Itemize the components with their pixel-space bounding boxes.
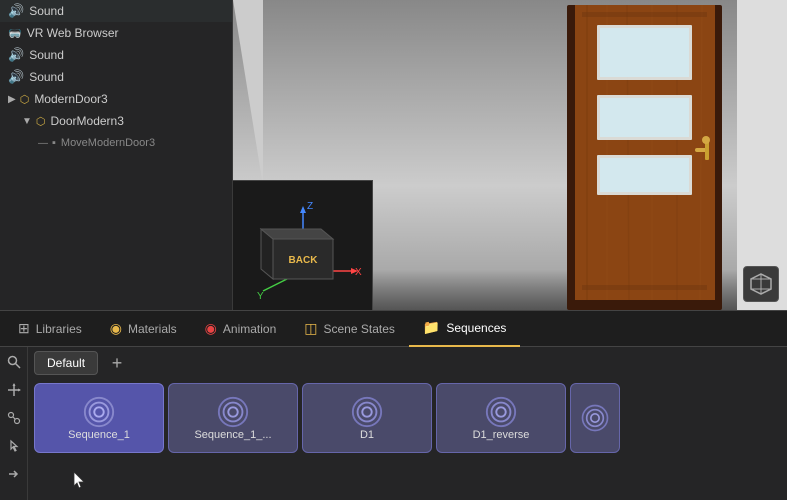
- expand-icon: ▶: [8, 94, 16, 105]
- clip-icon: [7, 411, 21, 425]
- tab-animation[interactable]: ◉ Animation: [191, 311, 291, 347]
- sound-icon-3: 🔊: [8, 69, 24, 85]
- animation-icon: ◉: [205, 320, 217, 337]
- sequence-card-3-icon: [350, 395, 384, 429]
- sequence-card-1[interactable]: Sequence_1: [34, 383, 164, 453]
- door-svg: [557, 0, 737, 310]
- sidebar-item-label: MoveModernDoor3: [61, 137, 155, 149]
- sequence-card-1-icon: [82, 395, 116, 429]
- sidebar-item-vr[interactable]: 🥽 VR Web Browser: [0, 22, 232, 44]
- sidebar-item-label: VR Web Browser: [27, 26, 119, 40]
- sequence-card-4-icon: [484, 395, 518, 429]
- sidebar-item-label: Sound: [29, 4, 64, 18]
- axis-svg: Z BACK Y X: [243, 191, 363, 301]
- dash-icon: —: [38, 138, 48, 149]
- sequence-card-2[interactable]: Sequence_1_...: [168, 383, 298, 453]
- bottom-content-area: Default + Sequence_1: [0, 347, 787, 500]
- tabs-row: ⊞ Libraries ◉ Materials ◉ Animation ◫ Sc…: [0, 311, 787, 347]
- arrow-icon: [7, 467, 21, 481]
- bottom-toolbar: [0, 347, 28, 500]
- sound-icon: 🔊: [8, 3, 24, 19]
- sidebar-item-movemoderndoor3[interactable]: — ▪ MoveModernDoor3: [0, 132, 232, 154]
- materials-icon: ◉: [110, 320, 122, 337]
- bottom-panel: ⊞ Libraries ◉ Materials ◉ Animation ◫ Sc…: [0, 310, 787, 500]
- sequence-card-2-icon: [216, 395, 250, 429]
- mesh-icon-2: ⬡: [36, 115, 46, 128]
- arrow-tool-button[interactable]: [3, 463, 25, 485]
- sequence-cards-row: Sequence_1 Sequence_1_...: [34, 383, 781, 453]
- sequences-icon: 📁: [423, 319, 440, 336]
- sidebar-item-moderndoor3[interactable]: ▶ ⬡ ModernDoor3: [0, 88, 232, 110]
- sidebar-item-label: DoorModern3: [51, 114, 124, 128]
- search-icon: [7, 355, 21, 369]
- add-sequence-button[interactable]: +: [106, 352, 128, 374]
- mini-orthographic-view: Z BACK Y X: [233, 180, 373, 310]
- tab-sequences[interactable]: 📁 Sequences: [409, 311, 520, 347]
- sidebar-item-label: Sound: [29, 48, 64, 62]
- mesh-icon-3: ▪: [52, 137, 56, 149]
- default-sequence-tab[interactable]: Default: [34, 351, 98, 375]
- sequence-card-5-partial[interactable]: [570, 383, 620, 453]
- mesh-icon: ⬡: [20, 93, 30, 106]
- sidebar-item-sound-2[interactable]: 🔊 Sound: [0, 44, 232, 66]
- sidebar-item-label: ModernDoor3: [34, 92, 107, 106]
- svg-text:Z: Z: [307, 201, 313, 212]
- sequence-card-3[interactable]: D1: [302, 383, 432, 453]
- pointer-tool-button[interactable]: [3, 435, 25, 457]
- viewport-3d[interactable]: Z BACK Y X: [233, 0, 787, 310]
- vr-icon: 🥽: [8, 27, 22, 40]
- cube-icon: [749, 272, 773, 296]
- sidebar-item-sound-3[interactable]: 🔊 Sound: [0, 66, 232, 88]
- expand-icon-2: ▼: [22, 116, 32, 127]
- sound-icon-2: 🔊: [8, 47, 24, 63]
- sidebar-item-label: Sound: [29, 70, 64, 84]
- search-tool-button[interactable]: [3, 351, 25, 373]
- svg-text:BACK: BACK: [288, 255, 318, 266]
- sequence-card-5-icon: [580, 400, 610, 436]
- viewport-orientation-button[interactable]: [743, 266, 779, 302]
- libraries-icon: ⊞: [18, 320, 30, 337]
- svg-text:Y: Y: [257, 291, 264, 301]
- axis-tool-button[interactable]: [3, 379, 25, 401]
- tab-scene-states[interactable]: ◫ Scene States: [290, 311, 409, 347]
- clip-tool-button[interactable]: [3, 407, 25, 429]
- sequences-area: Default + Sequence_1: [28, 347, 787, 500]
- scene-hierarchy-sidebar: 🔊 Sound 🥽 VR Web Browser 🔊 Sound 🔊 Sound…: [0, 0, 233, 310]
- sequence-controls-row: Default +: [34, 351, 781, 375]
- pointer-icon: [7, 439, 21, 453]
- sidebar-item-sound-0[interactable]: 🔊 Sound: [0, 0, 232, 22]
- wall-right: [737, 0, 787, 310]
- tab-libraries[interactable]: ⊞ Libraries: [4, 311, 96, 347]
- sidebar-item-doormodern3[interactable]: ▼ ⬡ DoorModern3: [0, 110, 232, 132]
- tab-materials[interactable]: ◉ Materials: [96, 311, 191, 347]
- axis-icon: [7, 383, 21, 397]
- scene-states-icon: ◫: [304, 320, 317, 337]
- svg-text:X: X: [355, 267, 362, 278]
- sequence-card-4[interactable]: D1_reverse: [436, 383, 566, 453]
